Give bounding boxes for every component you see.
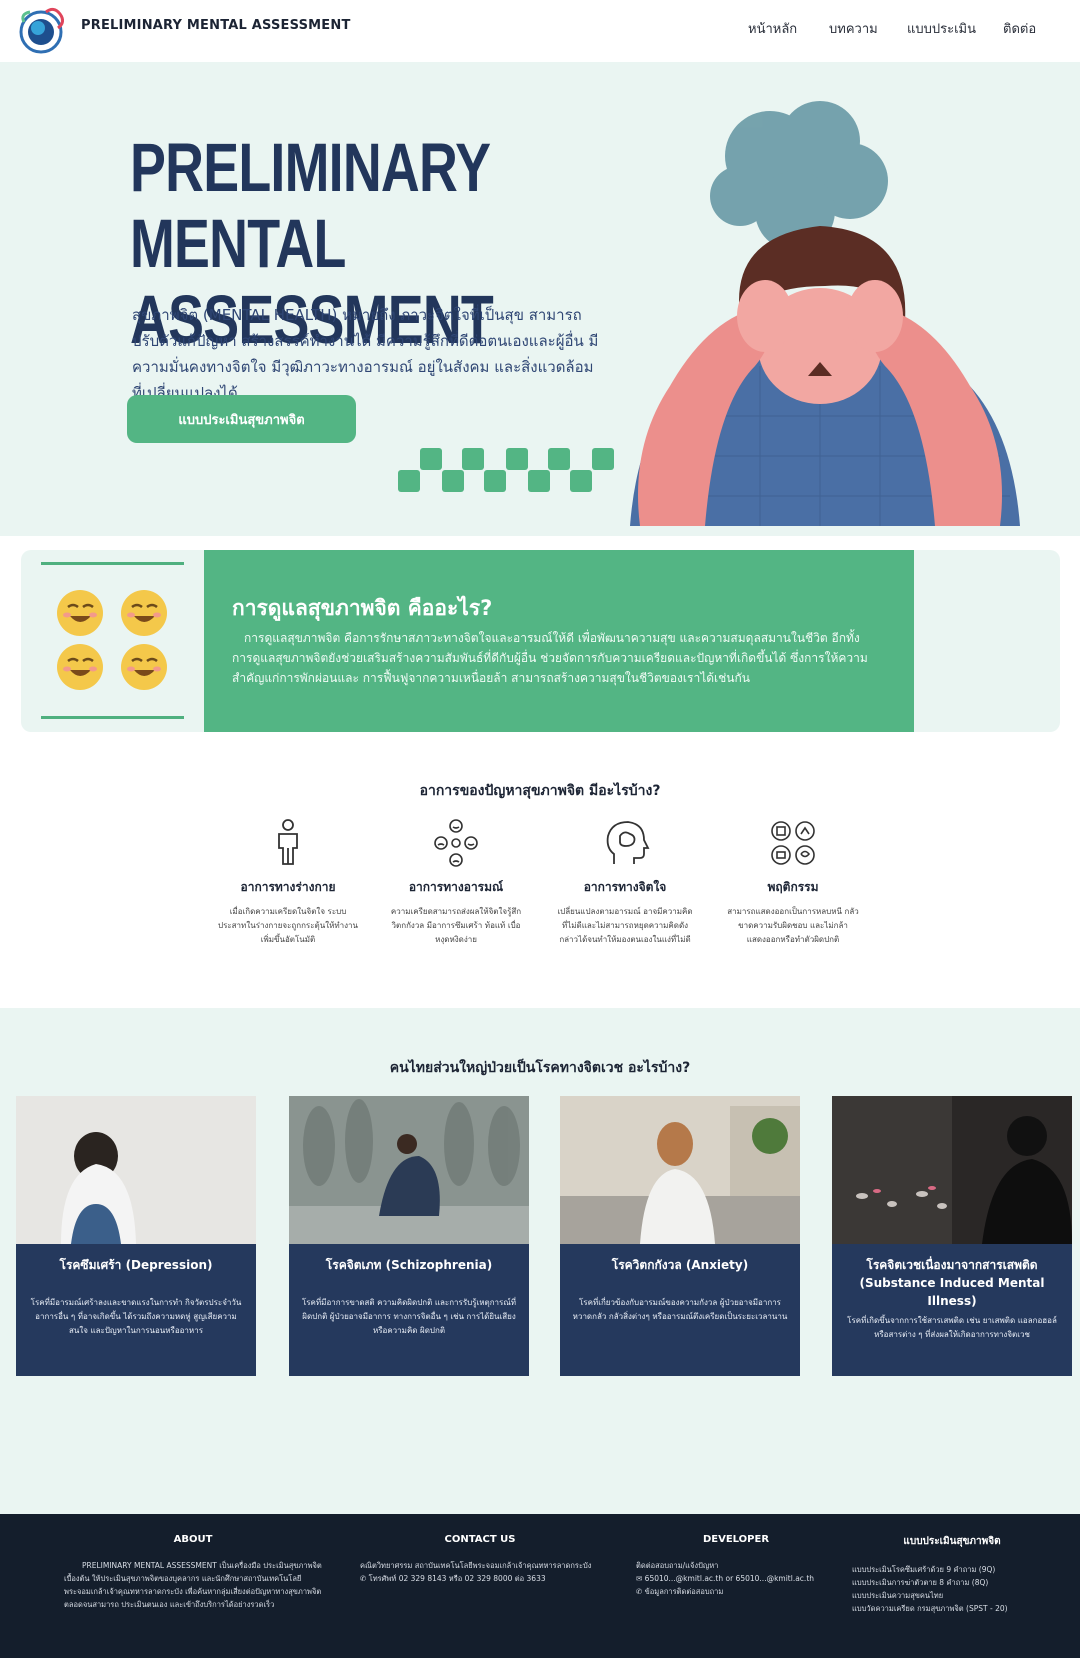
disease-card-substance[interactable]: โรคจิตเวชเนื่องมาจากสารเสพติด (Substance… <box>832 1096 1072 1376</box>
nav-articles[interactable]: บทความ <box>829 18 878 39</box>
smiley-emoji-icon <box>121 644 167 690</box>
hero-title-line1: PRELIMINARY MENTAL <box>130 129 490 282</box>
site-footer: ABOUT PRELIMINARY MENTAL ASSESSMENT เป็น… <box>0 1514 1080 1658</box>
symptom-text: สามารถแสดงออกเป็นการหลบหนี กลัว ขาดความร… <box>727 907 859 944</box>
footer-about: ABOUT PRELIMINARY MENTAL ASSESSMENT เป็น… <box>64 1534 322 1611</box>
card-title: โรควิตกกังวล (Anxiety) <box>611 1258 749 1272</box>
care-title: การดูแลสุขภาพจิต คืออะไร? <box>232 596 493 620</box>
brain-logo-icon[interactable] <box>16 4 70 58</box>
substance-photo <box>832 1096 1072 1244</box>
footer-assess-link[interactable]: แบบประเมินความสุขคนไทย <box>852 1589 1052 1602</box>
phone-icon: ✆ <box>360 1574 369 1583</box>
footer-heading: ABOUT <box>173 1534 213 1545</box>
symptoms-heading: อาการของปัญหาสุขภาพจิต มีอะไรบ้าง? <box>419 783 661 799</box>
card-text: โรคที่เกี่ยวข้องกับอารมณ์ของความกังวล ผู… <box>572 1298 788 1321</box>
footer-dev-line1: ติดต่อสอบถาม/แจ้งปัญหา <box>636 1561 719 1570</box>
card-title: โรคจิตเวชเนื่องมาจากสารเสพติด (Substance… <box>859 1258 1045 1308</box>
divider-bottom <box>41 716 184 719</box>
disease-card-anxiety[interactable]: โรควิตกกังวล (Anxiety) โรคที่เกี่ยวข้องก… <box>560 1096 800 1376</box>
footer-heading: DEVELOPER <box>702 1534 770 1545</box>
symptom-physical: อาการทางร่างกาย เมื่อเกิดความเครียดในจิต… <box>218 818 358 947</box>
card-text: โรคที่มีอารมณ์เศร้าลงและขาดแรงในการทำ กิ… <box>30 1298 242 1335</box>
footer-dev-info[interactable]: ✆ ข้อมูลการติดต่อสอบถาม <box>636 1585 836 1598</box>
divider-top <box>41 562 184 565</box>
emotions-icon <box>434 819 478 867</box>
card-title: โรคจิตเภท (Schizophrenia) <box>325 1258 493 1272</box>
nav-assessment[interactable]: แบบประเมิน <box>907 18 976 39</box>
card-text: โรคที่มีอาการขาดสติ ความคิดผิดปกติ และกา… <box>301 1298 517 1335</box>
brain-head-icon <box>606 821 650 864</box>
nav-home[interactable]: หน้าหลัก <box>748 18 797 39</box>
hero-section: PRELIMINARY MENTAL ASSESSMENT สุขภาพจิต … <box>0 62 1080 536</box>
hero-description: สุขภาพจิต (MENTAL HEALTH) หมายถึง ภาวะจิ… <box>132 306 599 402</box>
depression-photo <box>16 1096 256 1244</box>
symptom-title: อาการทางอารมณ์ <box>408 880 504 894</box>
footer-heading: CONTACT US <box>444 1534 516 1545</box>
footer-developer: DEVELOPER ติดต่อสอบถาม/แจ้งปัญหา ✉ 65010… <box>636 1534 836 1598</box>
symptom-title: พฤติกรรม <box>767 880 819 894</box>
footer-about-text: PRELIMINARY MENTAL ASSESSMENT เป็นเครื่อ… <box>64 1561 322 1609</box>
phone-icon: ✆ <box>636 1587 645 1596</box>
diseases-heading: คนไทยส่วนใหญ่ป่วยเป็นโรคทางจิตเวช อะไรบ้… <box>389 1060 691 1076</box>
disease-card-depression[interactable]: โรคซึมเศร้า (Depression) โรคที่มีอารมณ์เ… <box>16 1096 256 1376</box>
stressed-person-illustration <box>630 101 1020 526</box>
mail-icon: ✉ <box>636 1574 645 1583</box>
symptom-text: ความเครียดสามารถส่งผลให้จิตใจรู้สึกวิตกก… <box>390 907 522 944</box>
care-text: การดูแลสุขภาพจิต คือการรักษาสภาวะทางจิตใ… <box>232 631 868 685</box>
symptom-title: อาการทางจิตใจ <box>583 880 667 894</box>
email-text: 65010...@kmitl.ac.th or 65010...@kmitl.a… <box>644 1574 815 1583</box>
smiley-emoji-icon <box>121 590 167 636</box>
card-text: โรคที่เกิดขึ้นจากการใช้สารเสพติด เช่น ยา… <box>847 1316 1057 1339</box>
footer-contact: CONTACT US คณิตวิทยาศรรม สถาบันเทคโนโลยี… <box>360 1534 600 1585</box>
footer-assessments: แบบประเมินสุขภาพจิต แบบประเมินโรคซึมเศร้… <box>852 1534 1052 1615</box>
nav-contact[interactable]: ติดต่อ <box>1003 18 1036 39</box>
footer-assess-link[interactable]: แบบประเมินโรคซึมเศร้าด้วย 9 คำถาม (9Q) <box>852 1563 1052 1576</box>
footer-assess-link[interactable]: แบบวัดความเครียด กรมสุขภาพจิต (SPST - 20… <box>852 1602 1052 1615</box>
card-title: โรคซึมเศร้า (Depression) <box>59 1258 213 1272</box>
symptom-title: อาการทางร่างกาย <box>240 880 336 894</box>
schizophrenia-photo <box>289 1096 529 1244</box>
symptom-behavior: พฤติกรรม สามารถแสดงออกเป็นการหลบหนี กลัว… <box>723 818 863 947</box>
assessment-button[interactable]: แบบประเมินสุขภาพจิต <box>127 395 356 443</box>
phone-text: โทรศัพท์ 02 329 8143 หรือ 02 329 8000 ต่… <box>368 1574 546 1583</box>
info-text: ข้อมูลการติดต่อสอบถาม <box>644 1587 724 1596</box>
brand-name[interactable]: PRELIMINARY MENTAL ASSESSMENT <box>81 18 351 33</box>
footer-heading: แบบประเมินสุขภาพจิต <box>903 1536 1001 1547</box>
footer-dev-email[interactable]: ✉ 65010...@kmitl.ac.th or 65010...@kmitl… <box>636 1572 836 1585</box>
smiley-emoji-icon <box>57 590 103 636</box>
disease-card-schizophrenia[interactable]: โรคจิตเภท (Schizophrenia) โรคที่มีอาการข… <box>289 1096 529 1376</box>
site-header: PRELIMINARY MENTAL ASSESSMENT หน้าหลัก บ… <box>0 0 1080 62</box>
smiley-emoji-icon <box>57 644 103 690</box>
footer-assess-link[interactable]: แบบประเมินการฆ่าตัวตาย 8 คำถาม (8Q) <box>852 1576 1052 1589</box>
symptom-text: เปลี่ยนแปลงตามอารมณ์ อาจมีความคิดที่ไม่ด… <box>557 907 693 944</box>
checker-decoration <box>398 448 614 492</box>
anxiety-photo <box>560 1096 800 1244</box>
symptom-mental: อาการทางจิตใจ เปลี่ยนแปลงตามอารมณ์ อาจมี… <box>555 818 695 947</box>
footer-contact-phone[interactable]: ✆ โทรศัพท์ 02 329 8143 หรือ 02 329 8000 … <box>360 1572 600 1585</box>
symptom-emotional: อาการทางอารมณ์ ความเครียดสามารถส่งผลให้จ… <box>386 818 526 947</box>
person-icon <box>278 819 298 865</box>
behavior-icon <box>771 821 815 865</box>
symptom-text: เมื่อเกิดความเครียดในจิตใจ ระบบประสาทในร… <box>218 907 358 944</box>
footer-contact-line1: คณิตวิทยาศรรม สถาบันเทคโนโลยีพระจอมเกล้า… <box>360 1561 592 1570</box>
